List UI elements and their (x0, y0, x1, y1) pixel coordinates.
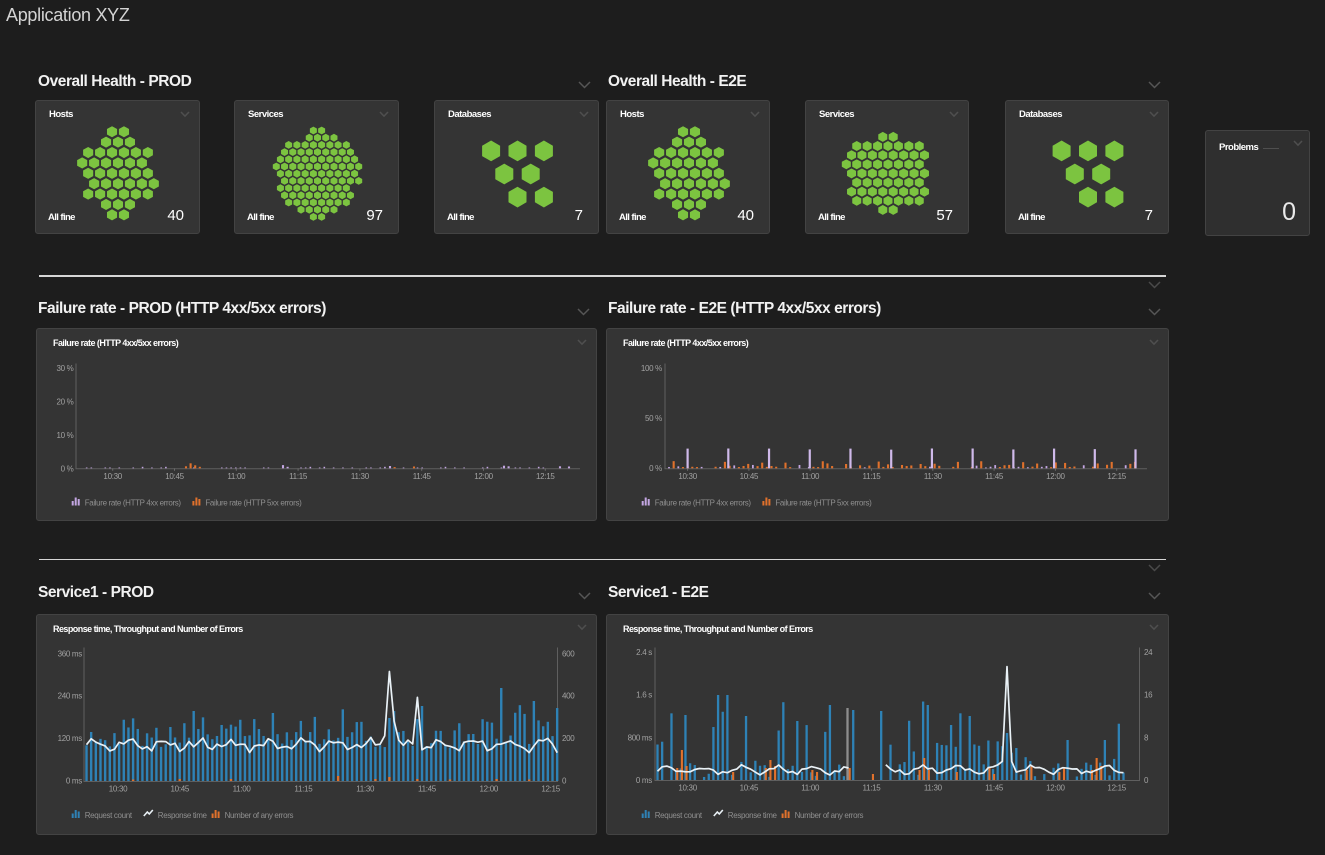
svg-text:0: 0 (562, 776, 567, 785)
svg-text:12:15: 12:15 (1107, 783, 1126, 792)
svg-text:11:15: 11:15 (289, 472, 308, 481)
svg-text:Failure rate (HTTP 5xx errors): Failure rate (HTTP 5xx errors) (205, 499, 302, 508)
svg-text:10:30: 10:30 (678, 783, 697, 792)
svg-text:11:00: 11:00 (233, 784, 252, 793)
svg-text:10:30: 10:30 (103, 472, 122, 481)
svg-text:0 %: 0 % (61, 464, 74, 473)
svg-text:12:00: 12:00 (1046, 472, 1065, 481)
svg-text:10:30: 10:30 (678, 472, 697, 481)
svg-text:400: 400 (562, 691, 575, 700)
svg-text:11:30: 11:30 (351, 472, 370, 481)
svg-text:800 ms: 800 ms (628, 733, 653, 742)
svg-text:0 ms: 0 ms (636, 775, 652, 784)
svg-text:10:45: 10:45 (740, 472, 759, 481)
svg-text:10 %: 10 % (56, 431, 73, 440)
svg-text:120 ms: 120 ms (58, 734, 83, 743)
svg-text:11:15: 11:15 (863, 472, 882, 481)
svg-text:360 ms: 360 ms (58, 649, 83, 658)
svg-text:Request count: Request count (85, 811, 133, 820)
svg-text:2.4 s: 2.4 s (636, 648, 652, 657)
svg-text:10:30: 10:30 (109, 784, 128, 793)
svg-text:11:30: 11:30 (924, 472, 943, 481)
svg-text:8: 8 (1144, 733, 1149, 742)
svg-text:10:45: 10:45 (165, 472, 184, 481)
svg-text:0 ms: 0 ms (66, 776, 82, 785)
svg-text:Number of any errors: Number of any errors (795, 811, 864, 820)
svg-text:12:00: 12:00 (474, 472, 493, 481)
svg-text:11:30: 11:30 (356, 784, 375, 793)
svg-text:10:45: 10:45 (171, 784, 190, 793)
svg-text:600: 600 (562, 649, 575, 658)
svg-text:11:30: 11:30 (924, 783, 943, 792)
svg-text:200: 200 (562, 734, 575, 743)
svg-text:10:45: 10:45 (740, 783, 759, 792)
svg-text:11:00: 11:00 (801, 472, 820, 481)
svg-text:12:00: 12:00 (480, 784, 499, 793)
svg-text:11:45: 11:45 (413, 472, 432, 481)
svg-text:16: 16 (1144, 690, 1153, 699)
svg-text:20 %: 20 % (56, 398, 73, 407)
svg-text:0 %: 0 % (649, 464, 662, 473)
svg-text:11:00: 11:00 (801, 783, 820, 792)
svg-text:1.6 s: 1.6 s (636, 690, 652, 699)
svg-text:Failure rate (HTTP 4xx errors): Failure rate (HTTP 4xx errors) (655, 499, 752, 508)
svg-text:11:15: 11:15 (294, 784, 313, 793)
svg-text:100 %: 100 % (641, 364, 662, 373)
svg-text:50 %: 50 % (645, 414, 662, 423)
svg-text:11:45: 11:45 (418, 784, 437, 793)
svg-text:Failure rate (HTTP 4xx errors): Failure rate (HTTP 4xx errors) (85, 499, 182, 508)
svg-text:12:15: 12:15 (1107, 472, 1126, 481)
svg-text:24: 24 (1144, 648, 1153, 657)
svg-text:0: 0 (1144, 775, 1149, 784)
svg-text:11:00: 11:00 (227, 472, 246, 481)
svg-text:12:00: 12:00 (1046, 783, 1065, 792)
svg-text:Response time: Response time (158, 811, 208, 820)
svg-text:12:15: 12:15 (541, 784, 560, 793)
svg-text:11:45: 11:45 (985, 783, 1004, 792)
svg-text:Request count: Request count (655, 811, 703, 820)
svg-text:240 ms: 240 ms (58, 691, 83, 700)
svg-text:11:15: 11:15 (863, 783, 882, 792)
svg-text:Response time: Response time (728, 811, 778, 820)
svg-text:Number of any errors: Number of any errors (225, 811, 294, 820)
svg-text:Failure rate (HTTP 5xx errors): Failure rate (HTTP 5xx errors) (775, 499, 872, 508)
svg-text:12:15: 12:15 (536, 472, 555, 481)
svg-text:11:45: 11:45 (985, 472, 1004, 481)
svg-text:30 %: 30 % (56, 364, 73, 373)
